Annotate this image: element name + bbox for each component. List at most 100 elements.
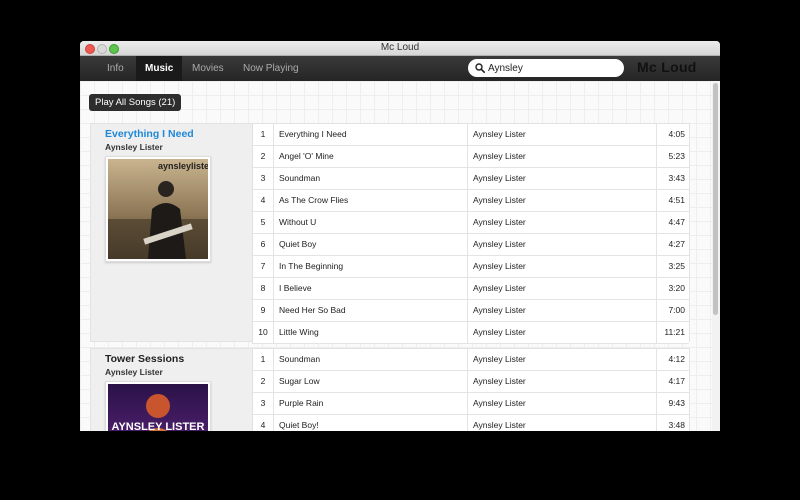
album-card: Everything I Need Aynsley Lister aynsley… [90, 123, 690, 344]
track-artist: Aynsley Lister [467, 393, 526, 414]
track-artist: Aynsley Lister [467, 349, 526, 370]
track-duration: 5:23 [656, 146, 689, 167]
track-artist: Aynsley Lister [467, 124, 526, 145]
track-artist: Aynsley Lister [467, 256, 526, 277]
title-bar: Mc Loud [80, 41, 720, 56]
track-row[interactable]: 1 Soundman Aynsley Lister 4:12 [253, 349, 689, 371]
track-name: Everything I Need [279, 129, 347, 139]
track-duration: 4:27 [656, 234, 689, 255]
album-artist: Aynsley Lister [105, 367, 163, 377]
track-artist: Aynsley Lister [467, 278, 526, 299]
track-number: 2 [253, 146, 274, 167]
track-artist: Aynsley Lister [467, 234, 526, 255]
track-duration: 11:21 [656, 322, 689, 343]
track-name: Quiet Boy! [279, 420, 319, 430]
track-number: 3 [253, 168, 274, 189]
track-artist: Aynsley Lister [467, 322, 526, 343]
track-artist: Aynsley Lister [467, 415, 526, 431]
track-name: Soundman [279, 173, 321, 183]
track-number: 6 [253, 234, 274, 255]
track-duration: 4:12 [656, 349, 689, 370]
track-number: 9 [253, 300, 274, 321]
track-row[interactable]: 7 In The Beginning Aynsley Lister 3:25 [253, 256, 689, 278]
track-artist: Aynsley Lister [467, 168, 526, 189]
track-number: 1 [253, 124, 274, 145]
album-cover-art: aynsleylister [108, 159, 208, 259]
track-name: Angel 'O' Mine [279, 151, 334, 161]
track-number: 3 [253, 393, 274, 414]
window-title: Mc Loud [380, 42, 420, 53]
track-name: Little Wing [279, 327, 319, 337]
album-cover[interactable]: aynsleylister [105, 156, 211, 262]
app-brand: Mc Loud [637, 59, 697, 75]
track-row[interactable]: 8 I Believe Aynsley Lister 3:20 [253, 278, 689, 300]
track-name: Quiet Boy [279, 239, 317, 249]
track-artist: Aynsley Lister [467, 300, 526, 321]
track-name: As The Crow Flies [279, 195, 349, 205]
track-row[interactable]: 9 Need Her So Bad Aynsley Lister 7:00 [253, 300, 689, 322]
track-list: 1 Soundman Aynsley Lister 4:12 2 Sugar Low Ayn… [252, 349, 689, 431]
track-name: Without U [279, 217, 317, 227]
scrollbar-thumb[interactable] [713, 83, 718, 315]
nav-bar: Info Music Movies Now Playing Mc Loud [80, 56, 720, 81]
track-duration: 7:00 [656, 300, 689, 321]
track-row[interactable]: 5 Without U Aynsley Lister 4:47 [253, 212, 689, 234]
track-duration: 3:43 [656, 168, 689, 189]
album-cover-art: AYNSLEY LISTER [108, 384, 208, 431]
track-row[interactable]: 10 Little Wing Aynsley Lister 11:21 [253, 322, 689, 344]
track-duration: 4:17 [656, 371, 689, 392]
track-duration: 3:20 [656, 278, 689, 299]
track-number: 4 [253, 190, 274, 211]
track-name: Sugar Low [279, 376, 320, 386]
tab-music[interactable]: Music [136, 56, 183, 81]
app-window: Mc Loud Info Music Movies Now Playing Mc… [80, 41, 720, 431]
track-name: I Believe [279, 283, 312, 293]
tab-movies[interactable]: Movies [183, 56, 233, 81]
track-duration: 3:25 [656, 256, 689, 277]
track-row[interactable]: 6 Quiet Boy Aynsley Lister 4:27 [253, 234, 689, 256]
search-icon [475, 63, 485, 73]
track-name: Need Her So Bad [279, 305, 346, 315]
track-row[interactable]: 4 As The Crow Flies Aynsley Lister 4:51 [253, 190, 689, 212]
track-row[interactable]: 2 Sugar Low Aynsley Lister 4:17 [253, 371, 689, 393]
album-card: Tower Sessions Aynsley Lister AYNSLEY LI… [90, 348, 690, 431]
track-artist: Aynsley Lister [467, 212, 526, 233]
track-name: In The Beginning [279, 261, 344, 271]
track-name: Soundman [279, 354, 321, 364]
search-input[interactable] [488, 61, 618, 75]
track-number: 2 [253, 371, 274, 392]
track-duration: 4:47 [656, 212, 689, 233]
search-box[interactable] [468, 59, 624, 77]
music-content: Play All Songs (21) Everything I Need Ay… [80, 81, 712, 431]
track-artist: Aynsley Lister [467, 190, 526, 211]
scrollbar[interactable] [712, 81, 720, 431]
track-number: 8 [253, 278, 274, 299]
album-title[interactable]: Tower Sessions [105, 353, 184, 365]
tab-info[interactable]: Info [98, 56, 133, 81]
track-artist: Aynsley Lister [467, 146, 526, 167]
track-duration: 3:48 [656, 415, 689, 431]
track-list: 1 Everything I Need Aynsley Lister 4:05 2 Ang… [252, 124, 689, 344]
album-title[interactable]: Everything I Need [105, 128, 194, 140]
track-row[interactable]: 3 Soundman Aynsley Lister 3:43 [253, 168, 689, 190]
album-cover[interactable]: AYNSLEY LISTER [105, 381, 211, 431]
tab-now-playing[interactable]: Now Playing [234, 56, 308, 81]
track-number: 1 [253, 349, 274, 370]
track-number: 5 [253, 212, 274, 233]
track-number: 4 [253, 415, 274, 431]
track-number: 10 [253, 322, 274, 343]
track-row[interactable]: 2 Angel 'O' Mine Aynsley Lister 5:23 [253, 146, 689, 168]
album-artist: Aynsley Lister [105, 142, 163, 152]
track-duration: 4:05 [656, 124, 689, 145]
track-name: Purple Rain [279, 398, 324, 408]
track-duration: 4:51 [656, 190, 689, 211]
track-number: 7 [253, 256, 274, 277]
play-all-songs-button[interactable]: Play All Songs (21) [89, 94, 182, 111]
track-row[interactable]: 1 Everything I Need Aynsley Lister 4:05 [253, 124, 689, 146]
track-row[interactable]: 3 Purple Rain Aynsley Lister 9:43 [253, 393, 689, 415]
track-artist: Aynsley Lister [467, 371, 526, 392]
track-duration: 9:43 [656, 393, 689, 414]
track-row[interactable]: 4 Quiet Boy! Aynsley Lister 3:48 [253, 415, 689, 431]
cover-text: aynsleylister [158, 161, 208, 171]
cover-text: AYNSLEY LISTER [112, 421, 205, 431]
